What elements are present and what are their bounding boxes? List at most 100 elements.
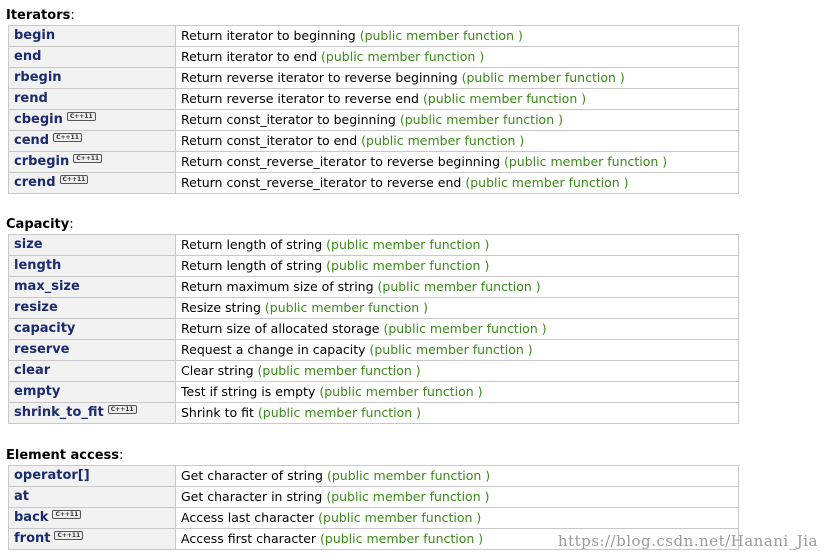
member-description-cell: Return reverse iterator to reverse end (… — [175, 88, 739, 110]
member-description-cell: Get character of string (public member f… — [175, 465, 739, 487]
member-name-cell: empty — [8, 381, 176, 403]
member-kind-link[interactable]: (public member function ) — [369, 342, 532, 357]
member-row: at Get character in string (public member… — [8, 486, 739, 508]
member-name-cell: capacity — [8, 318, 176, 340]
member-kind-link[interactable]: (public member function ) — [258, 405, 421, 420]
member-description: Return const_reverse_iterator to reverse… — [181, 154, 501, 169]
member-description: Return size of allocated storage — [181, 321, 380, 336]
member-name-link[interactable]: back — [14, 510, 48, 525]
member-row: cbegin C++11 Return const_iterator to begi… — [8, 109, 739, 131]
member-description-cell: Return size of allocated storage (public… — [175, 318, 739, 340]
member-description: Request a change in capacity — [181, 342, 366, 357]
member-name-link[interactable]: capacity — [14, 321, 75, 336]
member-name-link[interactable]: front — [14, 531, 50, 546]
member-name-link[interactable]: rbegin — [14, 70, 62, 85]
member-name-link[interactable]: clear — [14, 363, 50, 378]
member-kind-link[interactable]: (public member function ) — [319, 384, 482, 399]
member-row: crbegin C++11 Return const_reverse_iterato… — [8, 151, 739, 173]
section-heading-capacity: Capacity: — [6, 217, 74, 232]
cpp11-badge-icon: C++11 — [107, 405, 137, 414]
member-description: Clear string — [181, 363, 254, 378]
member-name-link[interactable]: max_size — [14, 279, 80, 294]
member-name-cell: clear — [8, 360, 176, 382]
member-name-link[interactable]: cbegin — [14, 112, 63, 127]
member-description: Return iterator to beginning — [181, 28, 356, 43]
member-description: Return length of string — [181, 237, 323, 252]
member-row: empty Test if string is empty (public mem… — [8, 381, 739, 403]
member-description-cell: Return const_reverse_iterator to reverse… — [175, 151, 739, 173]
member-name-link[interactable]: crbegin — [14, 154, 69, 169]
member-name-link[interactable]: resize — [14, 300, 58, 315]
member-name-cell: length — [8, 255, 176, 277]
watermark: https://blog.csdn.net/Hanani_Jia — [557, 532, 818, 550]
member-kind-link[interactable]: (public member function ) — [327, 468, 490, 483]
member-kind-link[interactable]: (public member function ) — [423, 91, 586, 106]
member-kind-link[interactable]: (public member function ) — [383, 321, 546, 336]
member-description: Return iterator to end — [181, 49, 318, 64]
member-name-link[interactable]: shrink_to_fit — [14, 405, 104, 420]
member-name-link[interactable]: reserve — [14, 342, 70, 357]
member-name-link[interactable]: at — [14, 489, 29, 504]
member-name-cell: reserve — [8, 339, 176, 361]
member-row: begin Return iterator to beginning (publi… — [8, 25, 739, 47]
member-name-link[interactable]: length — [14, 258, 61, 273]
member-kind-link[interactable]: (public member function ) — [265, 300, 428, 315]
member-row: max_size Return maximum size of string (p… — [8, 276, 739, 298]
member-description: Shrink to fit — [181, 405, 254, 420]
member-row: capacity Return size of allocated storage… — [8, 318, 739, 340]
member-description-cell: Resize string (public member function ) — [175, 297, 739, 319]
member-description: Resize string — [181, 300, 261, 315]
iterators-table: begin Return iterator to beginning (publi… — [8, 25, 739, 194]
member-kind-link[interactable]: (public member function ) — [318, 510, 481, 525]
member-kind-link[interactable]: (public member function ) — [462, 70, 625, 85]
member-description: Return const_reverse_iterator to reverse… — [181, 175, 462, 190]
member-kind-link[interactable]: (public member function ) — [465, 175, 628, 190]
member-row: back C++11 Access last character (public m… — [8, 507, 739, 529]
member-kind-link[interactable]: (public member function ) — [320, 531, 483, 546]
member-kind-link[interactable]: (public member function ) — [504, 154, 667, 169]
member-description-cell: Test if string is empty (public member f… — [175, 381, 739, 403]
member-description: Return reverse iterator to reverse end — [181, 91, 419, 106]
member-kind-link[interactable]: (public member function ) — [326, 237, 489, 252]
member-description: Access first character — [181, 531, 317, 546]
member-description: Return const_iterator to beginning — [181, 112, 396, 127]
member-name-link[interactable]: crend — [14, 175, 56, 190]
member-row: clear Clear string (public member functio… — [8, 360, 739, 382]
section-heading-iterators: Iterators: — [6, 8, 75, 23]
member-description-cell: Return length of string (public member f… — [175, 255, 739, 277]
member-row: reserve Request a change in capacity (pub… — [8, 339, 739, 361]
cpp11-badge-icon: C++11 — [66, 112, 96, 121]
member-row: shrink_to_fit C++11 Shrink to fit (public … — [8, 402, 739, 424]
member-description: Access last character — [181, 510, 315, 525]
member-description-cell: Get character in string (public member f… — [175, 486, 739, 508]
member-kind-link[interactable]: (public member function ) — [326, 258, 489, 273]
member-name-link[interactable]: begin — [14, 28, 55, 43]
member-kind-link[interactable]: (public member function ) — [326, 489, 489, 504]
member-name-cell: crbegin C++11 — [8, 151, 176, 173]
member-kind-link[interactable]: (public member function ) — [258, 363, 421, 378]
member-kind-link[interactable]: (public member function ) — [360, 28, 523, 43]
member-name-link[interactable]: operator[] — [14, 468, 90, 483]
cpp11-badge-icon: C++11 — [59, 175, 89, 184]
member-name-cell: max_size — [8, 276, 176, 298]
member-row: crend C++11 Return const_reverse_iterator … — [8, 172, 739, 194]
member-name-cell: back C++11 — [8, 507, 176, 529]
member-name-cell: cbegin C++11 — [8, 109, 176, 131]
member-name-link[interactable]: cend — [14, 133, 49, 148]
member-row: resize Resize string (public member funct… — [8, 297, 739, 319]
member-kind-link[interactable]: (public member function ) — [321, 49, 484, 64]
section-heading-element-access: Element access: — [6, 448, 124, 463]
member-kind-link[interactable]: (public member function ) — [361, 133, 524, 148]
member-name-cell: begin — [8, 25, 176, 47]
member-name-link[interactable]: empty — [14, 384, 60, 399]
member-name-link[interactable]: end — [14, 49, 41, 64]
member-kind-link[interactable]: (public member function ) — [400, 112, 563, 127]
member-row: length Return length of string (public me… — [8, 255, 739, 277]
member-kind-link[interactable]: (public member function ) — [378, 279, 541, 294]
member-name-link[interactable]: size — [14, 237, 43, 252]
member-name-cell: end — [8, 46, 176, 68]
member-description-cell: Shrink to fit (public member function ) — [175, 402, 739, 424]
cpp11-badge-icon: C++11 — [73, 154, 103, 163]
member-description-cell: Return iterator to beginning (public mem… — [175, 25, 739, 47]
member-name-link[interactable]: rend — [14, 91, 48, 106]
